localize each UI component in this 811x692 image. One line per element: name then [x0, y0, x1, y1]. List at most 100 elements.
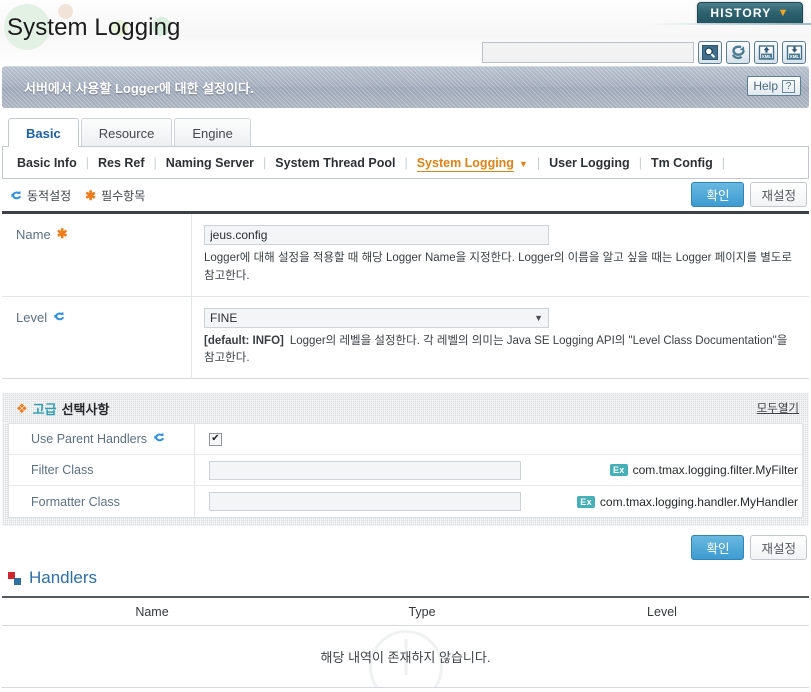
page-header: System Logging HISTORY ▼ XML XML [0, 0, 811, 66]
search-button[interactable] [698, 41, 722, 64]
form-toolbar: 동적설정 ✱ 필수항목 확인 재설정 [2, 179, 809, 211]
advanced-row-label-cell: Formatter Class [9, 486, 195, 518]
example-text: com.tmax.logging.filter.MyFilter [632, 463, 798, 478]
page-title: System Logging [7, 14, 181, 41]
handlers-heading: Handlers [2, 566, 809, 596]
subnav-separator: | [85, 155, 89, 170]
subnav-item-user-logging[interactable]: User Logging [549, 156, 630, 170]
advanced-keyword: 고급 [32, 401, 57, 417]
subnav-item-system-thread-pool[interactable]: System Thread Pool [275, 156, 395, 170]
legend-required: ✱ 필수항목 [85, 187, 145, 204]
legend-dynamic-label: 동적설정 [27, 188, 72, 203]
tab-engine[interactable]: Engine [174, 118, 251, 147]
tab-underline [2, 146, 809, 147]
refresh-button[interactable] [726, 41, 750, 64]
svg-text:XML: XML [761, 54, 771, 59]
form-row-label: Level [16, 309, 48, 325]
chevron-down-icon: ▼ [518, 158, 528, 169]
xml-upload-button[interactable]: XML [754, 41, 778, 64]
advanced-row-label-cell: Use Parent Handlers [9, 424, 195, 455]
tab-bar: Basic Resource Engine [2, 116, 809, 148]
question-mark-icon: ? [782, 79, 795, 93]
form-row-hint-default: [default: INFO] [204, 334, 284, 347]
handlers-column-header: Name [135, 604, 169, 619]
subnav-item-res-ref[interactable]: Res Ref [98, 156, 145, 170]
confirm-button-top[interactable]: 확인 [691, 182, 745, 207]
subnav-separator: | [404, 155, 408, 170]
subnav-item-label: Tm Config [650, 155, 713, 170]
handlers-empty-row: 해당 내역이 존재하지 않습니다. [2, 626, 809, 689]
legend-required-label: 필수항목 [101, 188, 146, 203]
subnav-separator: | [263, 155, 267, 170]
history-button[interactable]: HISTORY ▼ [697, 2, 803, 23]
refresh-icon [54, 311, 65, 320]
chevron-down-icon: ▼ [534, 312, 543, 323]
search-icon [702, 45, 718, 60]
form-row-field-cell: FINE ▼ [default: INFO] Logger의 레벨을 설정한다. 각 … [192, 297, 809, 379]
level-select-value: FINE [210, 310, 238, 325]
handlers-table-header: Name Type Level [2, 598, 809, 627]
use-parent-handlers-checkbox[interactable]: ✔ [209, 432, 222, 446]
history-shelf [651, 23, 811, 25]
form-row-label-cell: Level [2, 296, 192, 379]
subnav-item-label: User Logging [549, 155, 630, 170]
expand-all-link[interactable]: 모두열기 [757, 400, 799, 416]
subnav-item-label: Naming Server [165, 155, 255, 170]
advanced-row-label: Filter Class [31, 463, 94, 478]
subnav-item-label: Basic Info [17, 155, 77, 170]
xml-upload-icon: XML [758, 45, 774, 60]
dynamic-setting-icon [53, 310, 65, 325]
example-note: Ex com.tmax.logging.filter.MyFilter [610, 463, 800, 477]
example-badge: Ex [577, 495, 595, 508]
advanced-title: ❖ 고급 선택사항 [16, 399, 109, 418]
reset-button-bottom[interactable]: 재설정 [750, 535, 807, 561]
example-text: com.tmax.logging.handler.MyHandler [599, 494, 798, 509]
reset-button-top[interactable]: 재설정 [750, 182, 807, 207]
level-select[interactable]: FINE ▼ [204, 307, 549, 328]
subnav-separator: | [721, 155, 725, 170]
confirm-button-bottom[interactable]: 확인 [691, 535, 745, 561]
advanced-row-label: Formatter Class [31, 494, 120, 509]
form-row-label-cell: Name ✱ [2, 214, 192, 296]
tab-label: Basic [26, 125, 61, 141]
formatter-class-input[interactable] [209, 492, 521, 512]
filter-class-input[interactable] [209, 460, 521, 480]
form-row-label: Name [16, 227, 51, 242]
example-note: Ex com.tmax.logging.handler.MyHandler [577, 495, 800, 509]
subnav-item-tm-config[interactable]: Tm Config [651, 156, 713, 170]
subnav-separator: | [153, 155, 157, 170]
name-input[interactable] [204, 225, 549, 245]
advanced-section-body: Use Parent Handlers ✔ Filter Class Ex com.tm… [2, 423, 809, 526]
subnav-item-label: System Thread Pool [275, 155, 396, 170]
xml-download-button[interactable]: XML [782, 41, 806, 64]
advanced-subtitle: 선택사항 [61, 401, 110, 417]
help-button[interactable]: Help ? [747, 76, 801, 96]
settings-form: Name ✱ Logger에 대해 설정을 적용할 때 해당 Logger Name… [2, 211, 809, 380]
handlers-table: Name Type Level 해당 내역이 존재하지 않습니다. [2, 596, 809, 689]
subnav-item-basic-info[interactable]: Basic Info [17, 156, 77, 170]
form-row-hint: [default: INFO] Logger의 레벨을 설정한다. 각 레벨의 의… [204, 333, 797, 369]
handlers-title: Handlers [29, 568, 98, 588]
handlers-empty-message: 해당 내역이 존재하지 않습니다. [320, 650, 491, 666]
tab-resource[interactable]: Resource [80, 118, 173, 147]
asterisk-icon: ✱ [85, 187, 97, 203]
handlers-column-header: Type [408, 604, 436, 619]
tab-label: Engine [192, 125, 233, 141]
subnav-item-naming-server[interactable]: Naming Server [166, 156, 254, 170]
refresh-icon [154, 433, 165, 442]
square-marker-icon [8, 571, 21, 585]
subnav-separator: | [638, 155, 642, 170]
search-input[interactable] [482, 42, 694, 63]
subnav-separator: | [536, 155, 541, 170]
form-row-hint-text: Logger의 레벨을 설정한다. 각 레벨의 의미는 Java SE Logg… [204, 334, 788, 365]
tab-basic[interactable]: Basic [8, 118, 79, 148]
legend-dynamic: 동적설정 [10, 187, 71, 204]
advanced-row-field-cell: Ex com.tmax.logging.handler.MyHandler [195, 492, 802, 512]
refresh-icon [731, 45, 745, 60]
advanced-row-field-cell: Ex com.tmax.logging.filter.MyFilter [195, 460, 802, 480]
advanced-section: ❖ 고급 선택사항 모두열기 Use Parent Handlers ✔ Filte… [2, 393, 809, 526]
advanced-section-header: ❖ 고급 선택사항 모두열기 [2, 393, 809, 424]
advanced-row: Use Parent Handlers ✔ [9, 424, 802, 456]
subnav-item-system-logging[interactable]: System Logging ▼ [416, 155, 528, 172]
history-button-label: HISTORY [710, 6, 772, 20]
